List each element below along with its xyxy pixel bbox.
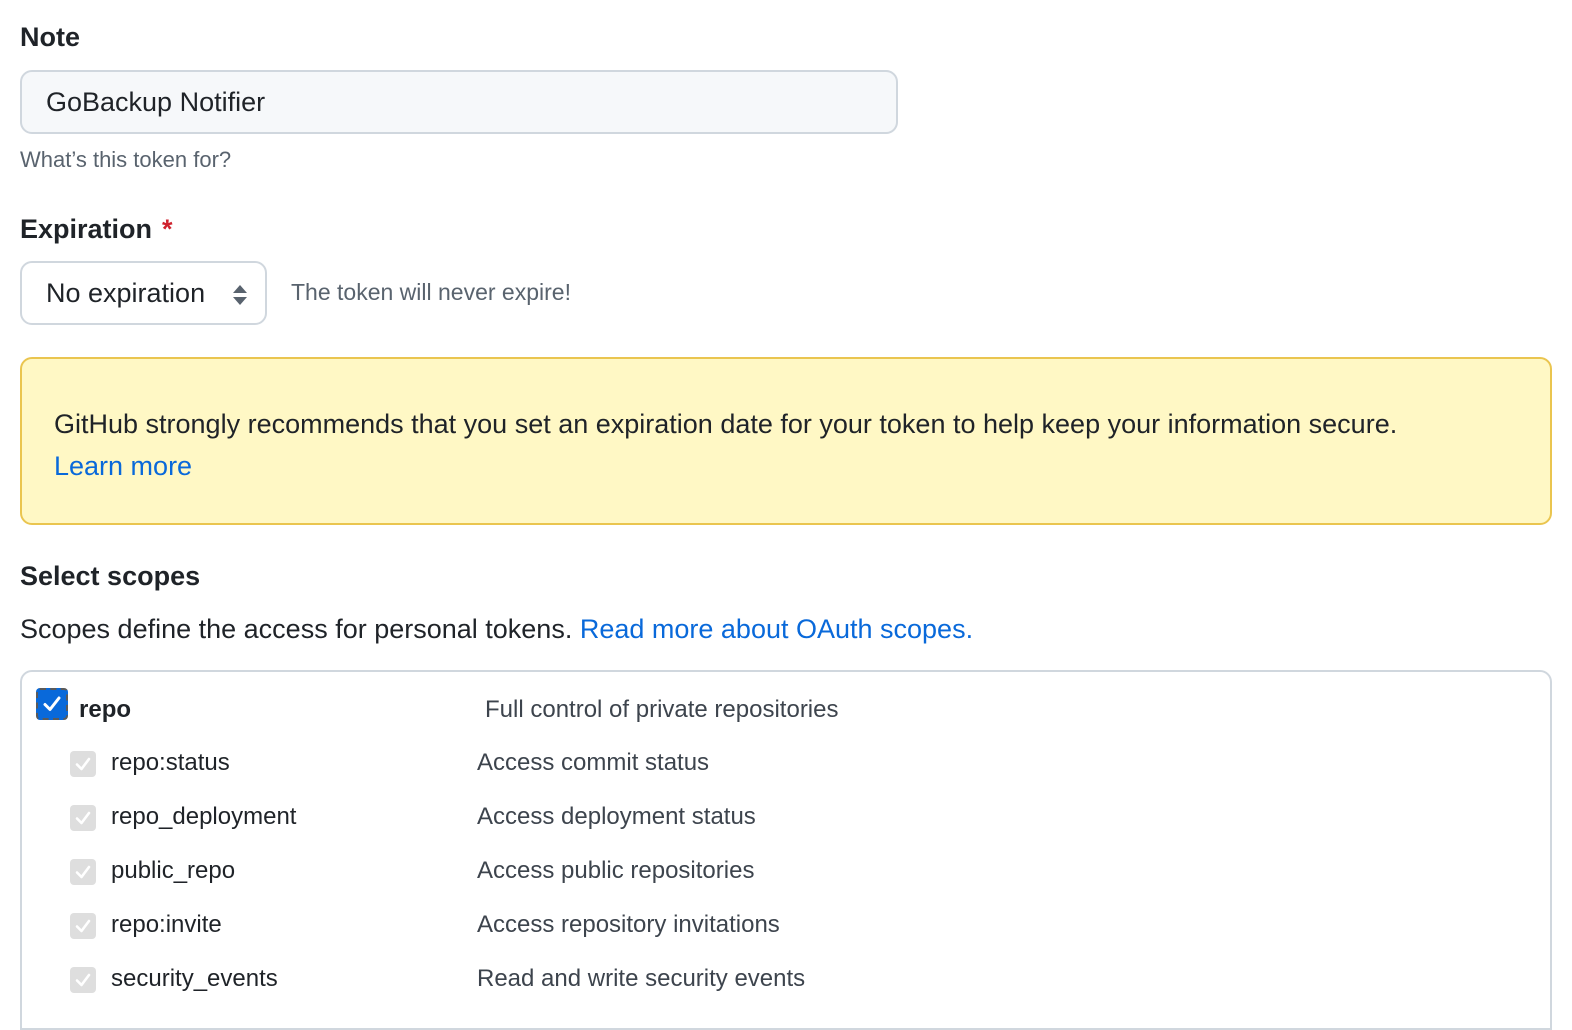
repo-checkbox[interactable] xyxy=(36,688,68,720)
scope-description: Access commit status xyxy=(477,749,710,776)
scope-description: Access deployment status xyxy=(477,803,756,830)
checkmark-icon xyxy=(43,696,61,711)
scopes-title: Select scopes xyxy=(20,561,201,591)
scope-name: repo:status xyxy=(111,749,230,776)
scope-name: repo_deployment xyxy=(111,803,297,830)
checkmark-icon xyxy=(75,865,91,879)
scope-name: repo xyxy=(79,696,132,723)
scopes-description: Scopes define the access for personal to… xyxy=(20,612,973,646)
scope-row-repo-deployment: repo_deployment Access deployment status xyxy=(22,802,1550,856)
required-indicator: * xyxy=(162,214,173,244)
select-arrows-icon xyxy=(233,285,247,305)
scope-description: Full control of private repositories xyxy=(485,696,839,723)
expiration-label-text: Expiration xyxy=(20,214,153,244)
repo-status-checkbox[interactable] xyxy=(70,751,96,777)
note-input[interactable] xyxy=(20,70,898,134)
scopes-list: repo Full control of private repositorie… xyxy=(20,670,1552,1030)
scope-name: public_repo xyxy=(111,857,236,884)
scope-description: Access repository invitations xyxy=(477,911,780,938)
scope-row-repo-status: repo:status Access commit status xyxy=(22,748,1550,802)
public-repo-checkbox[interactable] xyxy=(70,859,96,885)
note-label: Note xyxy=(20,22,80,52)
repo-invite-checkbox[interactable] xyxy=(70,913,96,939)
checkmark-icon xyxy=(75,811,91,825)
expiration-label: Expiration * xyxy=(20,212,173,246)
expiration-warning-banner: GitHub strongly recommends that you set … xyxy=(20,357,1552,525)
oauth-scopes-link[interactable]: Read more about OAuth scopes. xyxy=(580,614,973,644)
scope-name: security_events xyxy=(111,965,278,992)
expiration-select[interactable]: No expiration xyxy=(20,261,267,325)
expiration-hint: The token will never expire! xyxy=(291,279,571,305)
scope-description: Access public repositories xyxy=(477,857,755,884)
note-hint: What’s this token for? xyxy=(20,147,232,172)
checkmark-icon xyxy=(75,919,91,933)
warning-text: GitHub strongly recommends that you set … xyxy=(54,409,1398,439)
checkmark-icon xyxy=(75,973,91,987)
expiration-selected-value: No expiration xyxy=(46,277,206,308)
scopes-description-text: Scopes define the access for personal to… xyxy=(20,614,573,644)
checkmark-icon xyxy=(75,757,91,771)
scope-row-repo: repo Full control of private repositorie… xyxy=(22,672,1550,726)
learn-more-link[interactable]: Learn more xyxy=(54,451,192,481)
scope-row-security-events: security_events Read and write security … xyxy=(22,964,1550,1018)
security-events-checkbox[interactable] xyxy=(70,967,96,993)
scope-row-public-repo: public_repo Access public repositories xyxy=(22,856,1550,910)
scope-description: Read and write security events xyxy=(477,965,806,992)
scope-row-repo-invite: repo:invite Access repository invitation… xyxy=(22,910,1550,964)
scope-name: repo:invite xyxy=(111,911,222,938)
repo-deployment-checkbox[interactable] xyxy=(70,805,96,831)
